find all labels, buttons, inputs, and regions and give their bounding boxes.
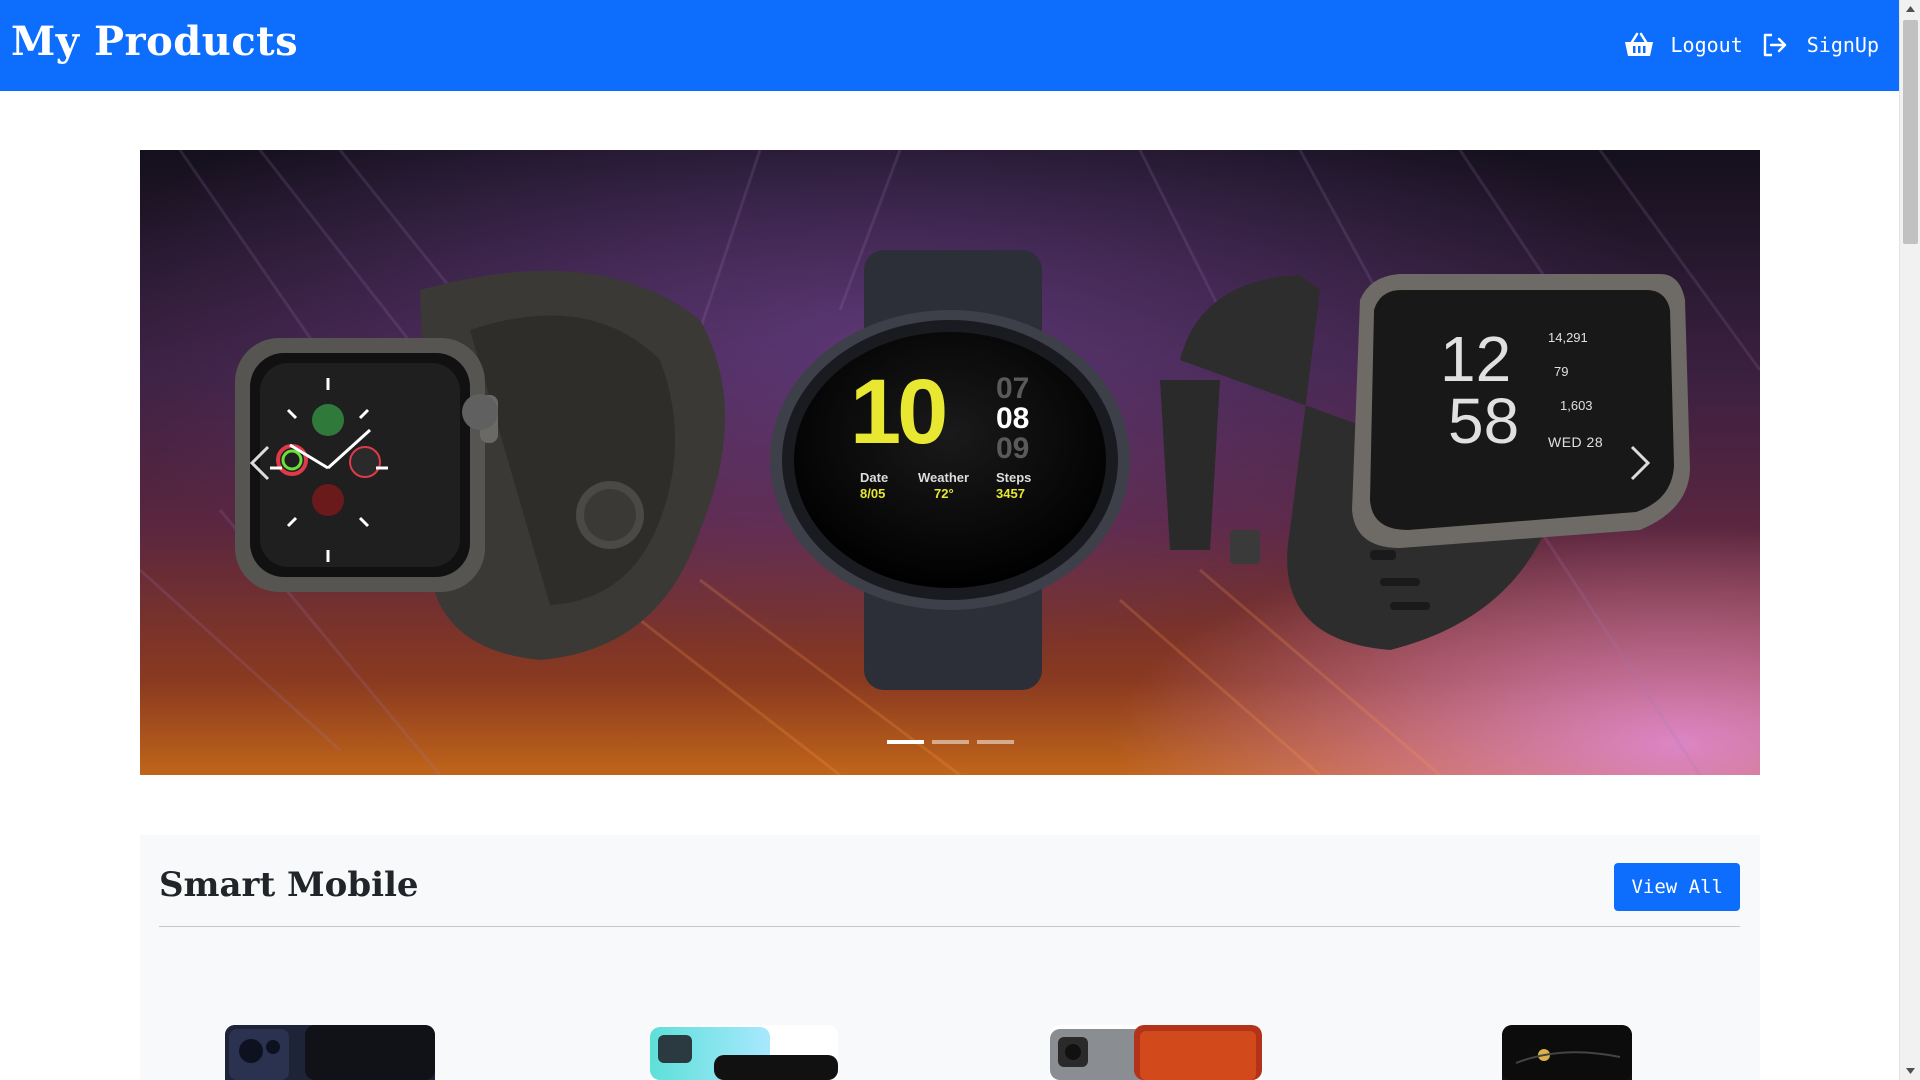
carousel-next-button[interactable]	[1580, 150, 1700, 775]
center-watch-hour: 10	[850, 361, 948, 463]
center-watch-min: 08	[996, 402, 1030, 435]
nav-links: Logout SignUp	[1623, 29, 1879, 61]
center-watch-steps-label: Steps	[996, 470, 1032, 485]
carousel-prev-button[interactable]	[200, 150, 320, 775]
center-watch-weather-label: Weather	[918, 470, 970, 485]
shopping-basket-icon[interactable]	[1623, 29, 1655, 61]
center-watch-weather-value: 72°	[934, 486, 954, 501]
top-navbar: My Products Logout SignUp	[0, 0, 1899, 91]
product-card-image[interactable]	[1050, 1025, 1262, 1080]
carousel-indicator-1[interactable]	[886, 740, 924, 744]
center-watch-min-prev: 07	[996, 372, 1030, 405]
center-watch-date-label: Date	[860, 470, 889, 485]
right-watch-min: 58	[1448, 385, 1520, 457]
carousel-indicator-2[interactable]	[931, 740, 969, 744]
scroll-up-arrow-icon[interactable]	[1900, 0, 1920, 18]
smart-mobile-section: Smart Mobile View All	[140, 835, 1760, 1080]
right-watch-heart: 79	[1554, 364, 1569, 379]
page-scrollbar[interactable]	[1899, 0, 1920, 1080]
product-card-image[interactable]	[225, 1025, 435, 1080]
scrollbar-thumb[interactable]	[1903, 20, 1918, 244]
section-title: Smart Mobile	[159, 864, 419, 905]
product-card-image[interactable]	[650, 1025, 838, 1080]
product-list	[140, 1025, 1760, 1080]
brand-title[interactable]: My Products	[11, 18, 298, 65]
center-watch-date-value: 8/05	[860, 486, 886, 501]
center-watch-steps-value: 3457	[996, 486, 1025, 501]
section-header: Smart Mobile View All	[159, 855, 1740, 924]
scroll-down-arrow-icon[interactable]	[1900, 1062, 1920, 1080]
section-divider	[159, 926, 1740, 927]
center-watch-min-next: 09	[996, 432, 1030, 465]
chevron-left-icon	[249, 445, 270, 480]
view-all-button[interactable]: View All	[1614, 862, 1740, 911]
logout-link[interactable]: Logout	[1671, 33, 1743, 57]
chevron-right-icon	[1630, 445, 1651, 480]
hero-carousel: 10 07 08 09 Date 8/05 Weather 72° Steps …	[140, 150, 1760, 775]
logout-icon[interactable]	[1759, 29, 1791, 61]
carousel-indicator-3[interactable]	[976, 740, 1014, 744]
center-watch-face: 10 07 08 09 Date 8/05 Weather 72° Steps …	[850, 360, 1070, 560]
product-card-image[interactable]	[1502, 1025, 1632, 1080]
carousel-indicators	[140, 740, 1760, 744]
signup-link[interactable]: SignUp	[1807, 33, 1879, 57]
